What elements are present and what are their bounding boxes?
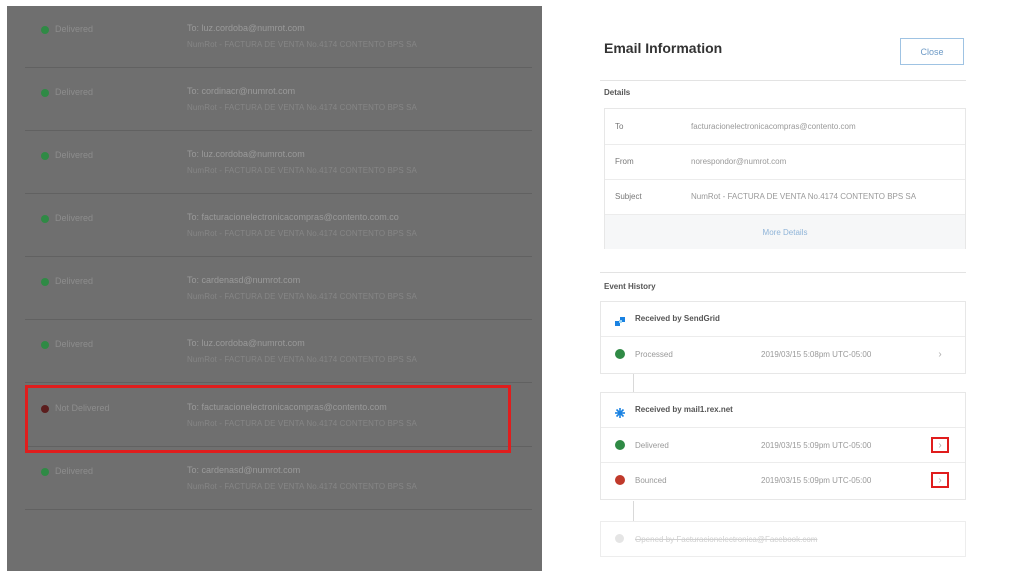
status-dot [41,341,49,349]
event-row-delivered[interactable]: Delivered 2019/03/15 5:09pm UTC-05:00 › [601,428,965,463]
status-dot [41,468,49,476]
status-dot [41,278,49,286]
recipient: To: luz.cordoba@numrot.com [187,338,305,348]
check-icon [615,440,625,450]
sendgrid-icon [615,314,627,332]
status-label: Delivered [55,466,94,476]
event-row-processed[interactable]: Processed 2019/03/15 5:08pm UTC-05:00 › [601,337,965,371]
faded-event-card: Opened by Facturacionelectronica@Faceboo… [600,521,966,557]
subject: NumRot - FACTURA DE VENTA No.4174 CONTEN… [187,166,417,175]
list-item[interactable]: Delivered To: facturacionelectronicacomp… [25,195,532,257]
details-value: facturacionelectronicacompras@contento.c… [691,122,856,131]
details-key: From [615,157,634,166]
card-header: Received by mail1.rex.net [601,393,965,428]
recipient: To: facturacionelectronicacompras@conten… [187,212,399,222]
chevron-right-icon[interactable]: › [931,472,949,488]
details-row-from: From norespondor@numrot.com [605,144,965,180]
details-row-subject: Subject NumRot - FACTURA DE VENTA No.417… [605,179,965,215]
status-label: Delivered [55,213,94,223]
subject: NumRot - FACTURA DE VENTA No.4174 CONTEN… [187,355,417,364]
recipient: To: luz.cordoba@numrot.com [187,149,305,159]
status-label: Delivered [55,87,94,97]
divider [600,80,966,81]
chevron-right-icon[interactable]: › [931,346,949,362]
panel-title: Email Information [604,40,723,56]
chevron-right-icon[interactable]: › [931,437,949,453]
subject: NumRot - FACTURA DE VENTA No.4174 CONTEN… [187,40,417,49]
event-label: Processed [635,350,673,359]
status-label: Delivered [55,276,94,286]
more-details-link[interactable]: More Details [605,215,965,249]
event-label: Bounced [635,476,667,485]
recipient: To: cardenasd@numrot.com [187,275,301,285]
list-item[interactable]: Delivered To: luz.cordoba@numrot.com Num… [25,132,532,194]
sendgrid-card: Received by SendGrid Processed 2019/03/1… [600,301,966,374]
details-key: Subject [615,192,642,201]
asterisk-icon [615,405,625,423]
details-value: NumRot - FACTURA DE VENTA No.4174 CONTEN… [691,192,917,201]
subject: NumRot - FACTURA DE VENTA No.4174 CONTEN… [187,103,417,112]
list-item[interactable]: Delivered To: cardenasd@numrot.com NumRo… [25,448,532,510]
card-header-label: Received by mail1.rex.net [635,405,733,414]
recipient: To: cardenasd@numrot.com [187,465,301,475]
divider [600,272,966,273]
details-row-to: To facturacionelectronicacompras@content… [605,109,965,145]
check-icon [615,349,625,359]
mx-card: Received by mail1.rex.net Delivered 2019… [600,392,966,500]
status-dot [41,152,49,160]
close-button[interactable]: Close [900,38,964,65]
event-time: 2019/03/15 5:08pm UTC-05:00 [761,350,872,359]
details-key: To [615,122,624,131]
recipient: To: luz.cordoba@numrot.com [187,23,305,33]
subject: NumRot - FACTURA DE VENTA No.4174 CONTEN… [187,292,417,301]
list-item[interactable]: Delivered To: cardenasd@numrot.com NumRo… [25,258,532,320]
list-item[interactable]: Delivered To: luz.cordoba@numrot.com Num… [25,321,532,383]
status-dot [41,26,49,34]
card-header: Received by SendGrid [601,302,965,337]
faded-event-label: Opened by Facturacionelectronica@Faceboo… [635,535,818,544]
email-list: Delivered To: luz.cordoba@numrot.com Num… [7,6,542,571]
event-row-bounced[interactable]: Bounced 2019/03/15 5:09pm UTC-05:00 › [601,463,965,497]
details-heading: Details [604,88,631,97]
recipient: To: cordinacr@numrot.com [187,86,296,96]
card-header-label: Received by SendGrid [635,314,720,323]
list-item[interactable]: Delivered To: luz.cordoba@numrot.com Num… [25,6,532,68]
status-label: Delivered [55,339,94,349]
details-value: norespondor@numrot.com [691,157,787,166]
eye-icon [615,534,624,543]
subject: NumRot - FACTURA DE VENTA No.4174 CONTEN… [187,482,417,491]
status-dot [41,215,49,223]
details-table: To facturacionelectronicacompras@content… [604,108,966,249]
status-label: Delivered [55,150,94,160]
event-time: 2019/03/15 5:09pm UTC-05:00 [761,476,872,485]
event-history-heading: Event History [604,282,656,291]
timeline-connector [633,374,634,392]
event-time: 2019/03/15 5:09pm UTC-05:00 [761,441,872,450]
subject: NumRot - FACTURA DE VENTA No.4174 CONTEN… [187,229,417,238]
timeline-connector [633,501,634,521]
event-label: Delivered [635,441,669,450]
list-item[interactable]: Delivered To: cordinacr@numrot.com NumRo… [25,69,532,131]
bounce-icon [615,475,625,485]
highlight-box [25,385,511,453]
email-info-panel: Email Information Close Details To factu… [542,6,1021,571]
status-label: Delivered [55,24,94,34]
status-dot [41,89,49,97]
